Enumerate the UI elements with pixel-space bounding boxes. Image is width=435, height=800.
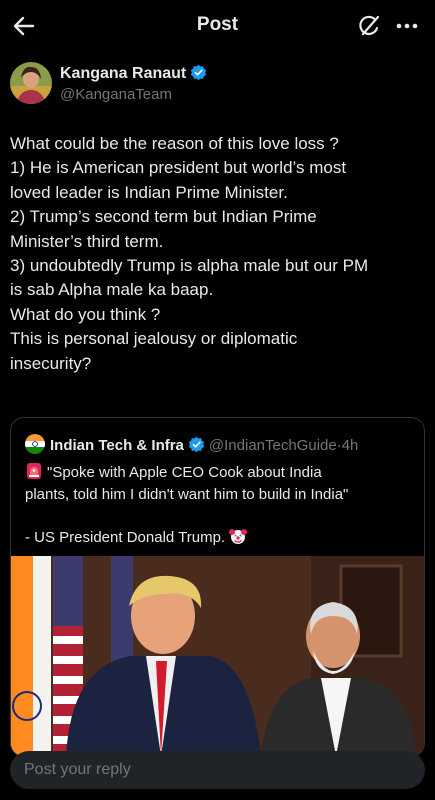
grok-icon [359, 15, 380, 36]
quoted-author-handle: @IndianTechGuide [208, 437, 337, 454]
author-name: Kangana Ranaut [60, 65, 187, 82]
tweet-text: What could be the reason of this love lo… [10, 132, 420, 376]
tweet-line: 2) Trump’s second term but Indian Prime [10, 207, 317, 227]
tweet-line: insecurity? [10, 353, 92, 373]
tweet-line: 1) He is American president but world’s … [10, 158, 347, 178]
tweet-line: What do you think ? [10, 304, 161, 324]
tweet-line: This is personal jealousy or diplomatic [10, 329, 298, 349]
siren-emoji-icon [25, 462, 43, 480]
top-bar: Post [0, 0, 435, 52]
quoted-tweet-text: "Spoke with Apple CEO Cook about India p… [25, 462, 415, 548]
quoted-tweet-photo[interactable] [11, 556, 424, 756]
quote-line: "Spoke with Apple CEO Cook about India [25, 462, 415, 484]
verified-icon [190, 64, 207, 81]
quoted-avatar [25, 434, 45, 454]
author-row: Kangana Ranaut @KanganaTeam [10, 62, 425, 106]
tweet-line: Minister’s third term. [10, 231, 164, 251]
author-name-row[interactable]: Kangana Ranaut [60, 64, 207, 83]
quote-line: - US President Donald Trump. [25, 527, 415, 549]
grok-button[interactable] [356, 13, 382, 39]
more-icon [396, 23, 418, 29]
reply-field[interactable]: Post your reply [10, 751, 425, 789]
quoted-timestamp: 4h [341, 437, 359, 454]
quote-line: plants, told him I didn't want him to bu… [25, 485, 349, 503]
quoted-tweet-card[interactable]: Indian Tech & Infra @IndianTechGuide·4h … [10, 417, 425, 757]
quoted-tweet-header: Indian Tech & Infra @IndianTechGuide·4h [25, 434, 420, 456]
quote-line [25, 505, 415, 527]
verified-icon [188, 436, 205, 453]
tweet-line: is sab Alpha male ka baap. [10, 280, 214, 300]
reply-input[interactable]: Post your reply [24, 761, 131, 779]
avatar[interactable] [10, 62, 52, 104]
author-handle[interactable]: @KanganaTeam [60, 86, 172, 103]
tweet-line: loved leader is Indian Prime Minister. [10, 182, 288, 202]
tweet-line: 3) undoubtedly Trump is alpha male but o… [10, 256, 369, 276]
tweet-line: What could be the reason of this love lo… [10, 134, 339, 153]
clown-emoji-icon [229, 527, 248, 545]
quoted-author-name: Indian Tech & Infra [50, 437, 184, 454]
more-options-button[interactable] [394, 13, 420, 39]
